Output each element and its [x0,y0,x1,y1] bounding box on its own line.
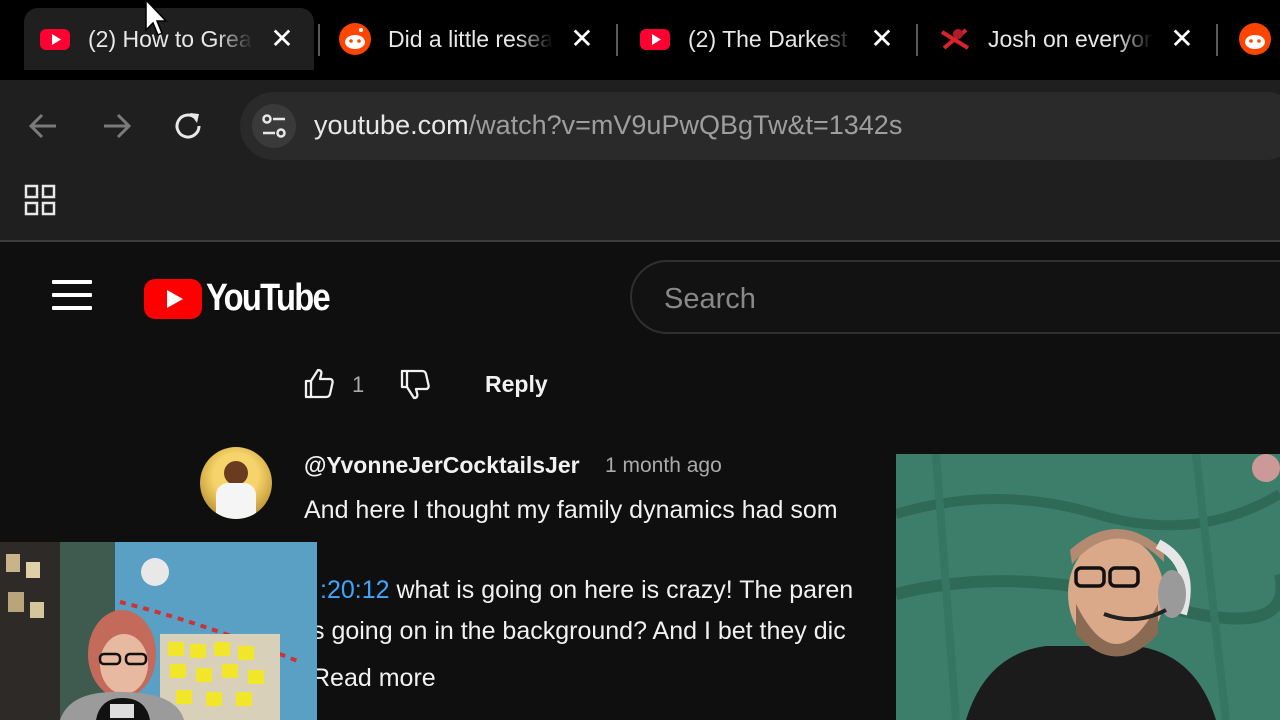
url-text: youtube.com/watch?v=mV9uPwQBgTw&t=1342s [314,110,902,141]
webcam-person-image [0,542,317,720]
browser-toolbar: youtube.com/watch?v=mV9uPwQBgTw&t=1342s [0,80,1280,242]
reddit-icon [339,23,371,55]
reload-icon[interactable] [166,104,210,148]
close-icon[interactable]: ✕ [868,25,896,54]
tab-title: Did a little research [388,26,553,52]
youtube-header: YouTube Search [0,242,1280,350]
reply-button[interactable]: Reply [485,371,548,398]
comment-actions: 1 Reply [302,366,602,402]
close-icon[interactable]: ✕ [568,25,596,54]
forward-arrow-icon[interactable] [94,104,138,148]
webcam-overlay-right [896,454,1280,720]
back-arrow-icon[interactable] [22,104,66,148]
tab-separator [318,24,320,56]
address-bar[interactable]: youtube.com/watch?v=mV9uPwQBgTw&t=1342s [240,92,1280,160]
youtube-play-icon [144,278,202,319]
reddit-icon[interactable] [1238,22,1272,56]
read-more-button[interactable]: Read more [312,664,436,693]
like-count: 1 [352,372,365,397]
tab-reddit[interactable]: Did a little research ✕ [324,8,614,70]
tab-strip: (2) How to Great ✕ Did a little research… [0,0,1280,80]
comment-text-line: s going on in the background? And I bet … [312,617,846,645]
search-placeholder: Search [664,283,756,315]
comment-author[interactable]: @YvonneJerCocktailsJer [304,452,580,479]
youtube-icon [640,29,670,50]
custom-red-icon [940,28,970,50]
webcam-overlay-left [0,542,317,720]
tab-title: Josh on everyone [988,26,1153,52]
comment-date[interactable]: 1 month ago [605,454,722,478]
apps-grid-icon[interactable] [24,184,56,216]
avatar[interactable] [200,447,272,519]
youtube-logo-text: YouTube [206,277,331,319]
tab-youtube-active[interactable]: (2) How to Great ✕ [24,8,314,70]
youtube-icon [40,29,70,50]
url-path: /watch?v=mV9uPwQBgTw&t=1342s [468,110,903,140]
search-input[interactable]: Search [630,260,1280,334]
comment-text-line: :20:12 what is going on here is crazy! T… [320,576,896,605]
tab-title: (2) The Darkest [688,26,848,52]
url-host: youtube.com [314,110,469,140]
tab-separator [616,24,618,56]
tab-separator [916,24,918,56]
thumbs-down-icon[interactable] [398,368,432,402]
close-icon[interactable]: ✕ [268,25,296,54]
mouse-cursor-icon [145,0,168,37]
tab-youtube[interactable]: (2) The Darkest ✕ [624,8,914,70]
site-info-icon[interactable] [252,104,296,148]
webcam-person-image [896,454,1280,720]
thumbs-up-icon[interactable] [302,366,336,400]
comment-text-line: And here I thought my family dynamics ha… [304,496,838,524]
menu-icon[interactable] [52,280,92,312]
tab-title: (2) How to Great [88,26,253,52]
close-icon[interactable]: ✕ [1168,25,1196,54]
tab-josh[interactable]: Josh on everyone ✕ [924,8,1214,70]
comment-text: what is going on here is crazy! The pare… [389,576,854,604]
tab-separator [1216,24,1218,56]
timestamp-link[interactable]: :20:12 [320,576,390,604]
youtube-logo[interactable]: YouTube [144,277,349,320]
